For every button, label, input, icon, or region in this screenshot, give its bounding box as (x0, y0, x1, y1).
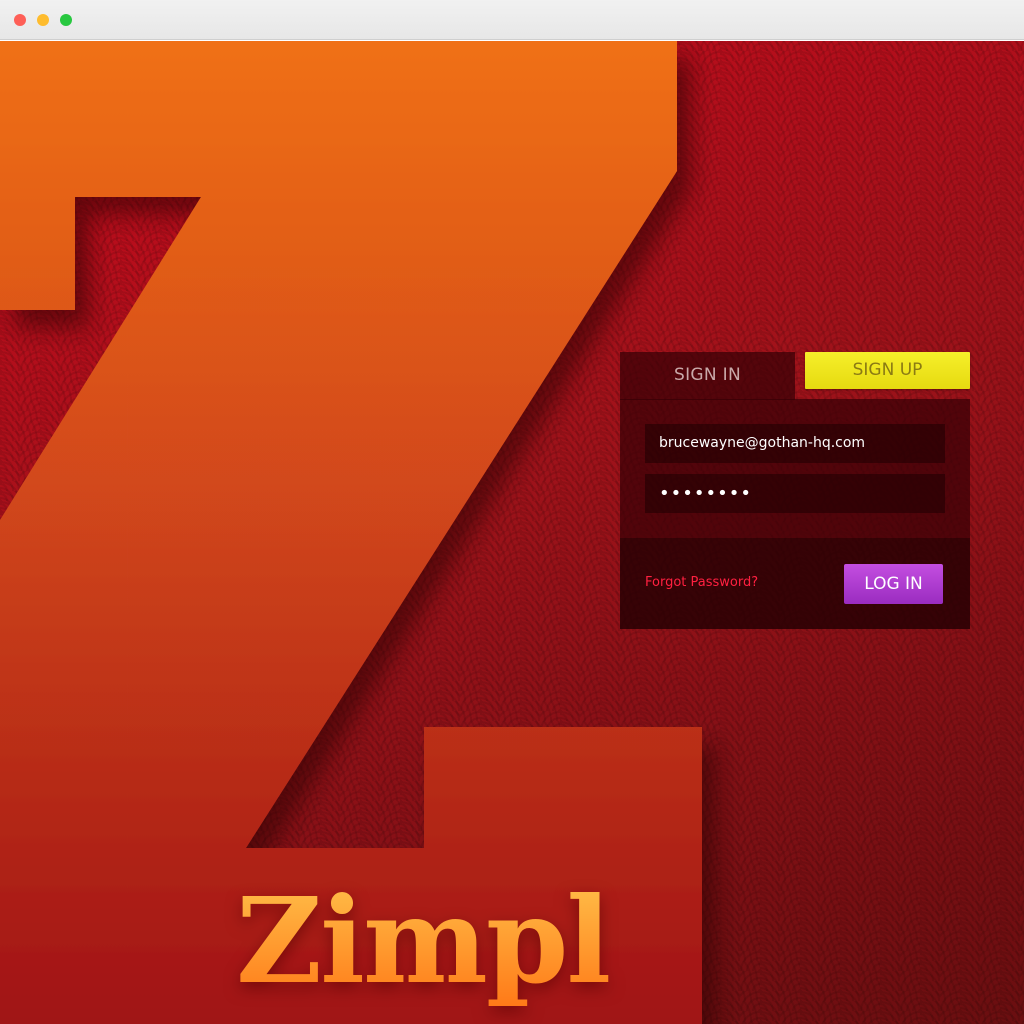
zoom-window-button[interactable] (60, 14, 72, 26)
close-window-button[interactable] (14, 14, 26, 26)
log-in-button[interactable]: LOG IN (844, 564, 943, 604)
tab-sign-up[interactable]: SIGN UP (805, 352, 970, 389)
window-titlebar (0, 0, 1024, 40)
tab-sign-in[interactable]: SIGN IN (620, 352, 795, 400)
email-field[interactable]: brucewayne@gothan-hq.com (645, 424, 945, 463)
brand-name: Zimpl (236, 876, 636, 1006)
login-form-panel (620, 399, 970, 538)
minimize-window-button[interactable] (37, 14, 49, 26)
password-field[interactable]: •••••••• (645, 474, 945, 513)
forgot-password-link[interactable]: Forgot Password? (645, 575, 758, 590)
